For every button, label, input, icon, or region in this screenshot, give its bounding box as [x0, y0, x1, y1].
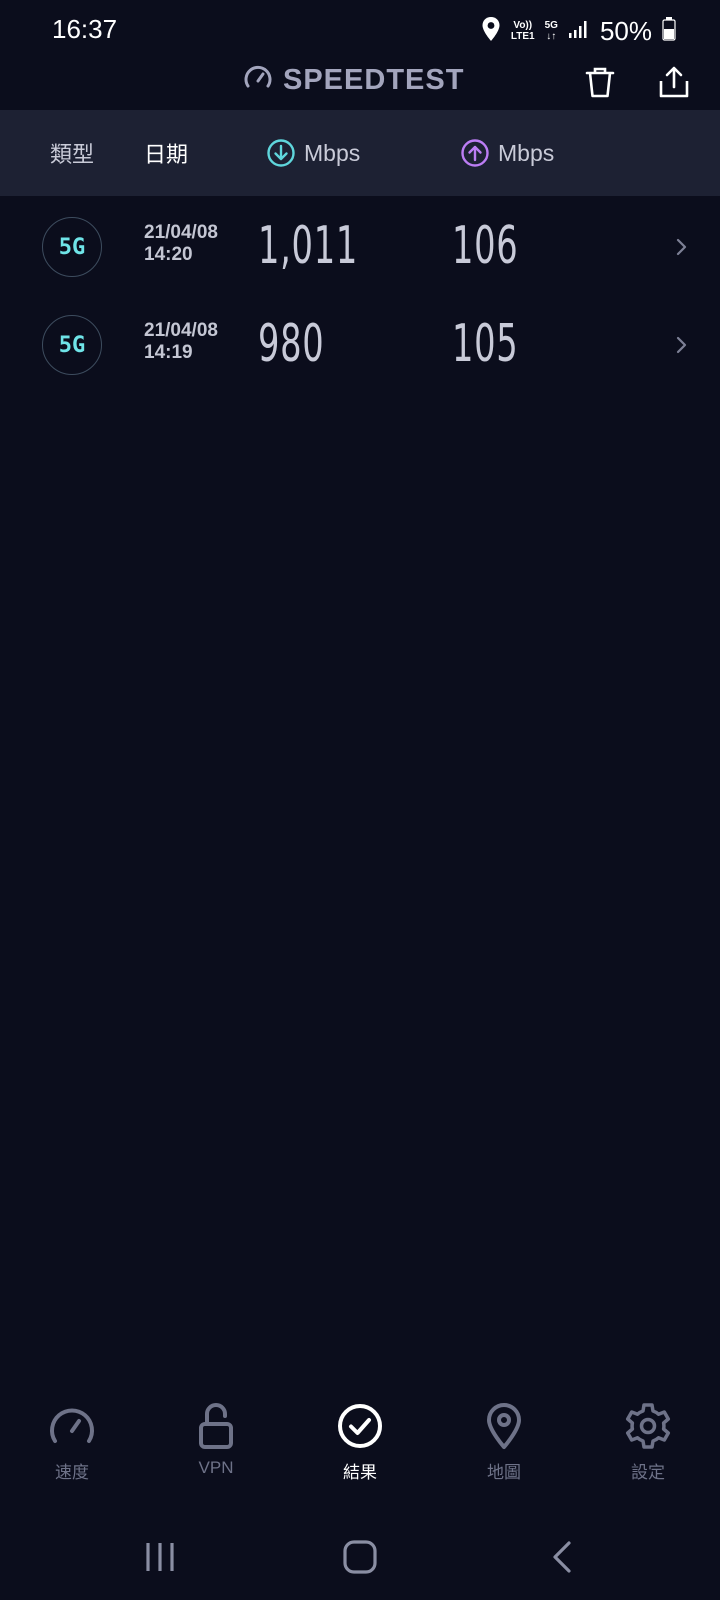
signal-icon	[568, 19, 590, 44]
chevron-right-icon	[676, 332, 698, 358]
result-date: 21/04/08	[144, 320, 218, 341]
recent-apps-icon	[146, 1543, 174, 1571]
home-button[interactable]	[330, 1532, 390, 1582]
trash-icon	[585, 67, 615, 98]
app-bar: SPEEDTEST	[0, 56, 720, 110]
share-icon	[659, 66, 689, 98]
upload-speed: 105	[452, 314, 519, 374]
sort-by-date[interactable]: 日期	[144, 110, 188, 196]
volte-bottom: LTE1	[510, 31, 535, 42]
nav-map-label: 地圖	[487, 1463, 521, 1482]
battery-percent: 50%	[599, 15, 652, 46]
sort-by-type[interactable]: 類型	[50, 110, 94, 196]
result-row[interactable]: 5G 21/04/08 14:20 1,011 106	[0, 198, 720, 296]
result-date: 21/04/08	[144, 222, 218, 243]
result-row[interactable]: 5G 21/04/08 14:19 980 105	[0, 296, 720, 394]
status-time: 16:37	[52, 14, 118, 44]
share-button[interactable]	[652, 60, 696, 104]
download-speed: 980	[258, 314, 325, 374]
type-column-label: 類型	[50, 142, 95, 167]
download-unit-label: Mbps	[304, 139, 361, 166]
upload-unit-label: Mbps	[498, 139, 555, 166]
network-type-indicator: 5G ↓↑	[545, 20, 558, 42]
battery-icon	[662, 16, 676, 46]
result-time: 14:20	[144, 244, 193, 265]
nav-results[interactable]: 結果	[305, 1400, 415, 1500]
network-type: 5G	[544, 20, 558, 31]
nav-speed-label: 速度	[55, 1463, 89, 1482]
date-column-label: 日期	[144, 142, 189, 167]
nav-speed[interactable]: 速度	[17, 1400, 127, 1500]
nav-settings-label: 設定	[631, 1463, 665, 1482]
download-arrow-icon	[267, 139, 295, 167]
result-datetime: 21/04/08 14:20	[144, 222, 218, 266]
back-arrow-icon	[553, 1541, 571, 1573]
connection-type-badge: 5G	[42, 315, 102, 375]
app-title-group: SPEEDTEST	[243, 64, 464, 97]
result-time: 14:19	[144, 342, 193, 363]
map-pin-icon	[478, 1400, 530, 1452]
back-button[interactable]	[532, 1532, 592, 1582]
unlock-icon	[190, 1400, 242, 1452]
upload-arrow-icon	[461, 139, 489, 167]
speedometer-logo-icon	[243, 64, 273, 97]
delete-button[interactable]	[578, 60, 622, 104]
status-icons: Vo)) LTE1 5G ↓↑ 50%	[481, 14, 676, 48]
check-circle-icon	[334, 1400, 386, 1452]
results-column-header: 類型 日期 Mbps Mbps	[0, 110, 720, 196]
nav-vpn-label: VPN	[198, 1458, 234, 1477]
status-bar: 16:37 Vo)) LTE1 5G ↓↑ 50%	[0, 0, 720, 62]
system-navigation-bar	[0, 1520, 720, 1592]
nav-results-label: 結果	[343, 1463, 377, 1482]
volte-top: Vo))	[513, 20, 533, 31]
gear-icon	[622, 1400, 674, 1452]
nav-settings[interactable]: 設定	[593, 1400, 703, 1500]
result-datetime: 21/04/08 14:19	[144, 320, 218, 364]
download-speed: 1,011	[258, 216, 359, 276]
volte-indicator: Vo)) LTE1	[511, 20, 535, 42]
nav-map[interactable]: 地圖	[449, 1400, 559, 1500]
bottom-navigation: 速度 VPN 結果 地圖 設定	[0, 1400, 720, 1510]
location-icon	[481, 16, 501, 47]
nav-vpn[interactable]: VPN	[161, 1400, 271, 1500]
connection-type-badge: 5G	[42, 217, 102, 277]
speedometer-icon	[46, 1400, 98, 1452]
upload-speed: 106	[452, 216, 519, 276]
home-icon	[343, 1540, 377, 1574]
sort-by-download[interactable]: Mbps	[266, 110, 360, 196]
sort-by-upload[interactable]: Mbps	[460, 110, 554, 196]
app-title: SPEEDTEST	[283, 64, 465, 96]
data-arrows-icon: ↓↑	[546, 31, 557, 42]
recent-apps-button[interactable]	[130, 1532, 190, 1582]
chevron-right-icon	[676, 234, 698, 260]
